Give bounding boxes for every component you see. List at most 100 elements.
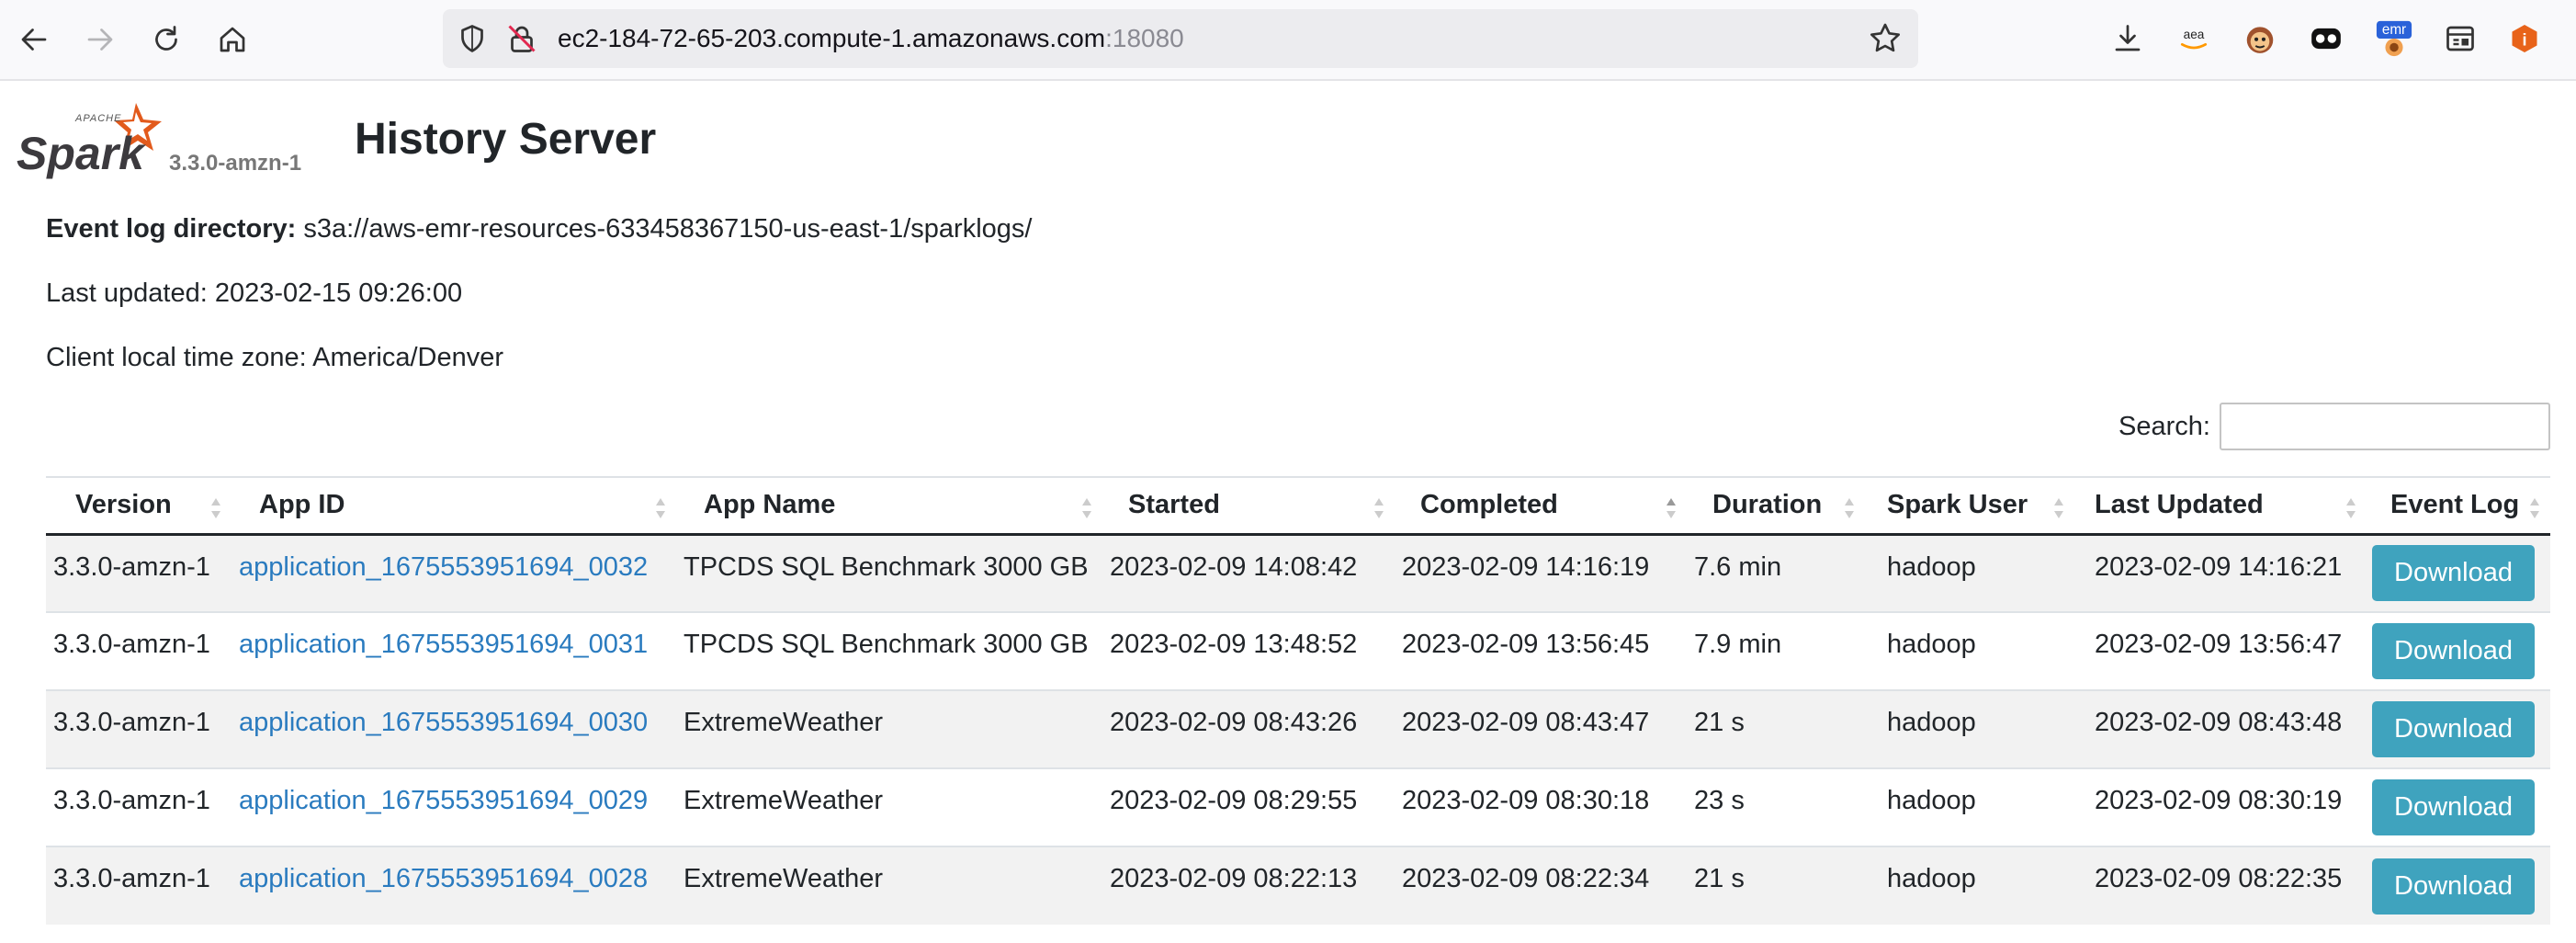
download-button[interactable]: Download [2372, 779, 2535, 835]
search-input[interactable] [2220, 403, 2550, 450]
app-id-link[interactable]: application_1675553951694_0032 [239, 552, 648, 582]
emr-extension-icon[interactable]: emr [2374, 18, 2414, 59]
cell-last-updated: 2023-02-09 14:16:21 [2074, 533, 2367, 612]
back-button[interactable] [13, 18, 55, 61]
sort-icon [2346, 498, 2356, 518]
url-host: ec2-184-72-65-203.compute-1.amazonaws.co… [558, 24, 1106, 52]
svg-text:APACHE: APACHE [74, 113, 121, 124]
reader-icon[interactable] [2440, 18, 2480, 59]
page-title: History Server [355, 115, 657, 164]
bookmark-star-icon[interactable] [1867, 20, 1904, 57]
applications-table: Version App ID App Name Started Complete… [46, 476, 2550, 925]
forward-arrow-icon [87, 28, 113, 51]
cell-completed: 2023-02-09 08:22:34 [1395, 846, 1687, 925]
table-row: 3.3.0-amzn-1 application_1675553951694_0… [46, 611, 2550, 690]
sort-icon [1666, 498, 1676, 518]
table-row: 3.3.0-amzn-1 application_1675553951694_0… [46, 689, 2550, 768]
table-row: 3.3.0-amzn-1 application_1675553951694_0… [46, 767, 2550, 846]
cell-last-updated: 2023-02-09 13:56:47 [2074, 611, 2367, 690]
app-id-link[interactable]: application_1675553951694_0028 [239, 864, 648, 893]
column-header-app-id[interactable]: App ID [232, 476, 676, 536]
download-button[interactable]: Download [2372, 545, 2535, 602]
cell-app-name: TPCDS SQL Benchmark 3000 GB [676, 533, 1102, 612]
column-header-spark-user[interactable]: Spark User [1865, 476, 2074, 536]
cell-app-id: application_1675553951694_0032 [232, 533, 676, 612]
reload-button[interactable] [145, 18, 187, 61]
spark-logo[interactable]: APACHE Spark [15, 99, 165, 182]
cell-event-log: Download [2367, 846, 2550, 925]
cell-event-log: Download [2367, 689, 2550, 768]
cell-last-updated: 2023-02-09 08:43:48 [2074, 689, 2367, 768]
column-header-completed[interactable]: Completed [1395, 476, 1687, 536]
table-row: 3.3.0-amzn-1 application_1675553951694_0… [46, 533, 2550, 612]
info-extension-icon[interactable]: i [2504, 18, 2545, 59]
client-timezone: Client local time zone: America/Denver [46, 343, 504, 372]
cell-started: 2023-02-09 13:48:52 [1102, 611, 1395, 690]
download-button[interactable]: Download [2372, 623, 2535, 679]
back-arrow-icon [21, 28, 47, 51]
download-button[interactable]: Download [2372, 858, 2535, 915]
cell-event-log: Download [2367, 533, 2550, 612]
table-row: 3.3.0-amzn-1 application_1675553951694_0… [46, 846, 2550, 925]
search-label: Search: [2118, 412, 2210, 441]
cell-completed: 2023-02-09 14:16:19 [1395, 533, 1687, 612]
last-updated: Last updated: 2023-02-15 09:26:00 [46, 278, 463, 308]
cell-duration: 21 s [1687, 846, 1865, 925]
sort-icon [1082, 498, 1091, 518]
insecure-lock-icon[interactable] [505, 22, 538, 55]
cell-version: 3.3.0-amzn-1 [46, 689, 232, 768]
sort-icon [1845, 498, 1854, 518]
cell-app-name: ExtremeWeather [676, 767, 1102, 846]
app-id-link[interactable]: application_1675553951694_0029 [239, 786, 648, 815]
url-port: :18080 [1105, 24, 1184, 52]
cell-started: 2023-02-09 08:29:55 [1102, 767, 1395, 846]
column-header-duration[interactable]: Duration [1687, 476, 1865, 536]
cell-version: 3.3.0-amzn-1 [46, 846, 232, 925]
url-text[interactable]: ec2-184-72-65-203.compute-1.amazonaws.co… [558, 24, 1184, 53]
table-header-row: Version App ID App Name Started Complete… [46, 476, 2550, 536]
aea-extension-icon[interactable]: aea [2174, 18, 2214, 59]
column-header-version[interactable]: Version [46, 476, 232, 536]
tracking-shield-icon[interactable] [456, 22, 489, 55]
app-id-link[interactable]: application_1675553951694_0030 [239, 708, 648, 737]
cell-duration: 7.6 min [1687, 533, 1865, 612]
cell-spark-user: hadoop [1865, 689, 2074, 768]
mask-extension-icon[interactable] [2306, 18, 2346, 59]
reload-icon [155, 26, 177, 51]
home-icon [220, 27, 245, 52]
forward-button[interactable] [79, 18, 121, 61]
download-icon[interactable] [2107, 18, 2148, 59]
event-log-label: Event log directory: [46, 214, 297, 244]
monkey-extension-icon[interactable] [2240, 18, 2280, 59]
cell-started: 2023-02-09 14:08:42 [1102, 533, 1395, 612]
cell-app-name: TPCDS SQL Benchmark 3000 GB [676, 611, 1102, 690]
cell-completed: 2023-02-09 08:43:47 [1395, 689, 1687, 768]
sort-icon [211, 498, 220, 518]
url-bar[interactable]: ec2-184-72-65-203.compute-1.amazonaws.co… [443, 9, 1918, 68]
cell-spark-user: hadoop [1865, 611, 2074, 690]
cell-spark-user: hadoop [1865, 533, 2074, 612]
sort-icon [1374, 498, 1384, 518]
column-header-app-name[interactable]: App Name [676, 476, 1102, 536]
app-id-link[interactable]: application_1675553951694_0031 [239, 630, 648, 659]
cell-app-name: ExtremeWeather [676, 846, 1102, 925]
cell-completed: 2023-02-09 13:56:45 [1395, 611, 1687, 690]
cell-app-id: application_1675553951694_0028 [232, 846, 676, 925]
cell-version: 3.3.0-amzn-1 [46, 611, 232, 690]
sort-icon [2054, 498, 2063, 518]
download-button[interactable]: Download [2372, 701, 2535, 757]
spark-version: 3.3.0-amzn-1 [169, 151, 302, 176]
column-header-last-updated[interactable]: Last Updated [2074, 476, 2367, 536]
sort-icon [2530, 498, 2539, 518]
column-header-event-log[interactable]: Event Log [2367, 476, 2550, 536]
cell-started: 2023-02-09 08:43:26 [1102, 689, 1395, 768]
cell-app-id: application_1675553951694_0029 [232, 767, 676, 846]
home-button[interactable] [211, 18, 254, 61]
svg-text:i: i [2522, 31, 2526, 50]
sort-icon [656, 498, 665, 518]
cell-last-updated: 2023-02-09 08:22:35 [2074, 846, 2367, 925]
cell-completed: 2023-02-09 08:30:18 [1395, 767, 1687, 846]
column-header-started[interactable]: Started [1102, 476, 1395, 536]
cell-duration: 7.9 min [1687, 611, 1865, 690]
cell-duration: 21 s [1687, 689, 1865, 768]
